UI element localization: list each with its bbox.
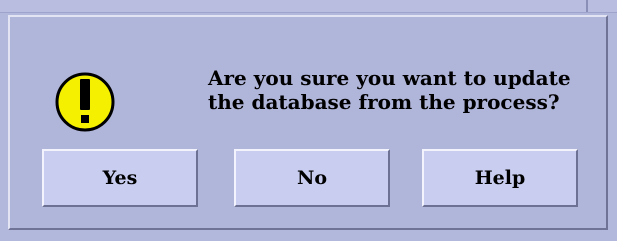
yes-button[interactable]: Yes	[42, 149, 198, 207]
dialog-message-line-1: Are you sure you want to update	[208, 66, 571, 90]
no-button[interactable]: No	[234, 149, 390, 207]
confirmation-dialog: Are you sure you want to update the data…	[8, 15, 608, 230]
exclamation-warning-icon	[55, 72, 115, 132]
dialog-message: Are you sure you want to update the data…	[208, 66, 588, 114]
window-top-edge	[0, 0, 617, 13]
dialog-message-line-2: the database from the process?	[208, 90, 560, 114]
window-frame: Are you sure you want to update the data…	[0, 0, 617, 241]
window-edge-tick	[586, 0, 588, 12]
help-button[interactable]: Help	[422, 149, 578, 207]
